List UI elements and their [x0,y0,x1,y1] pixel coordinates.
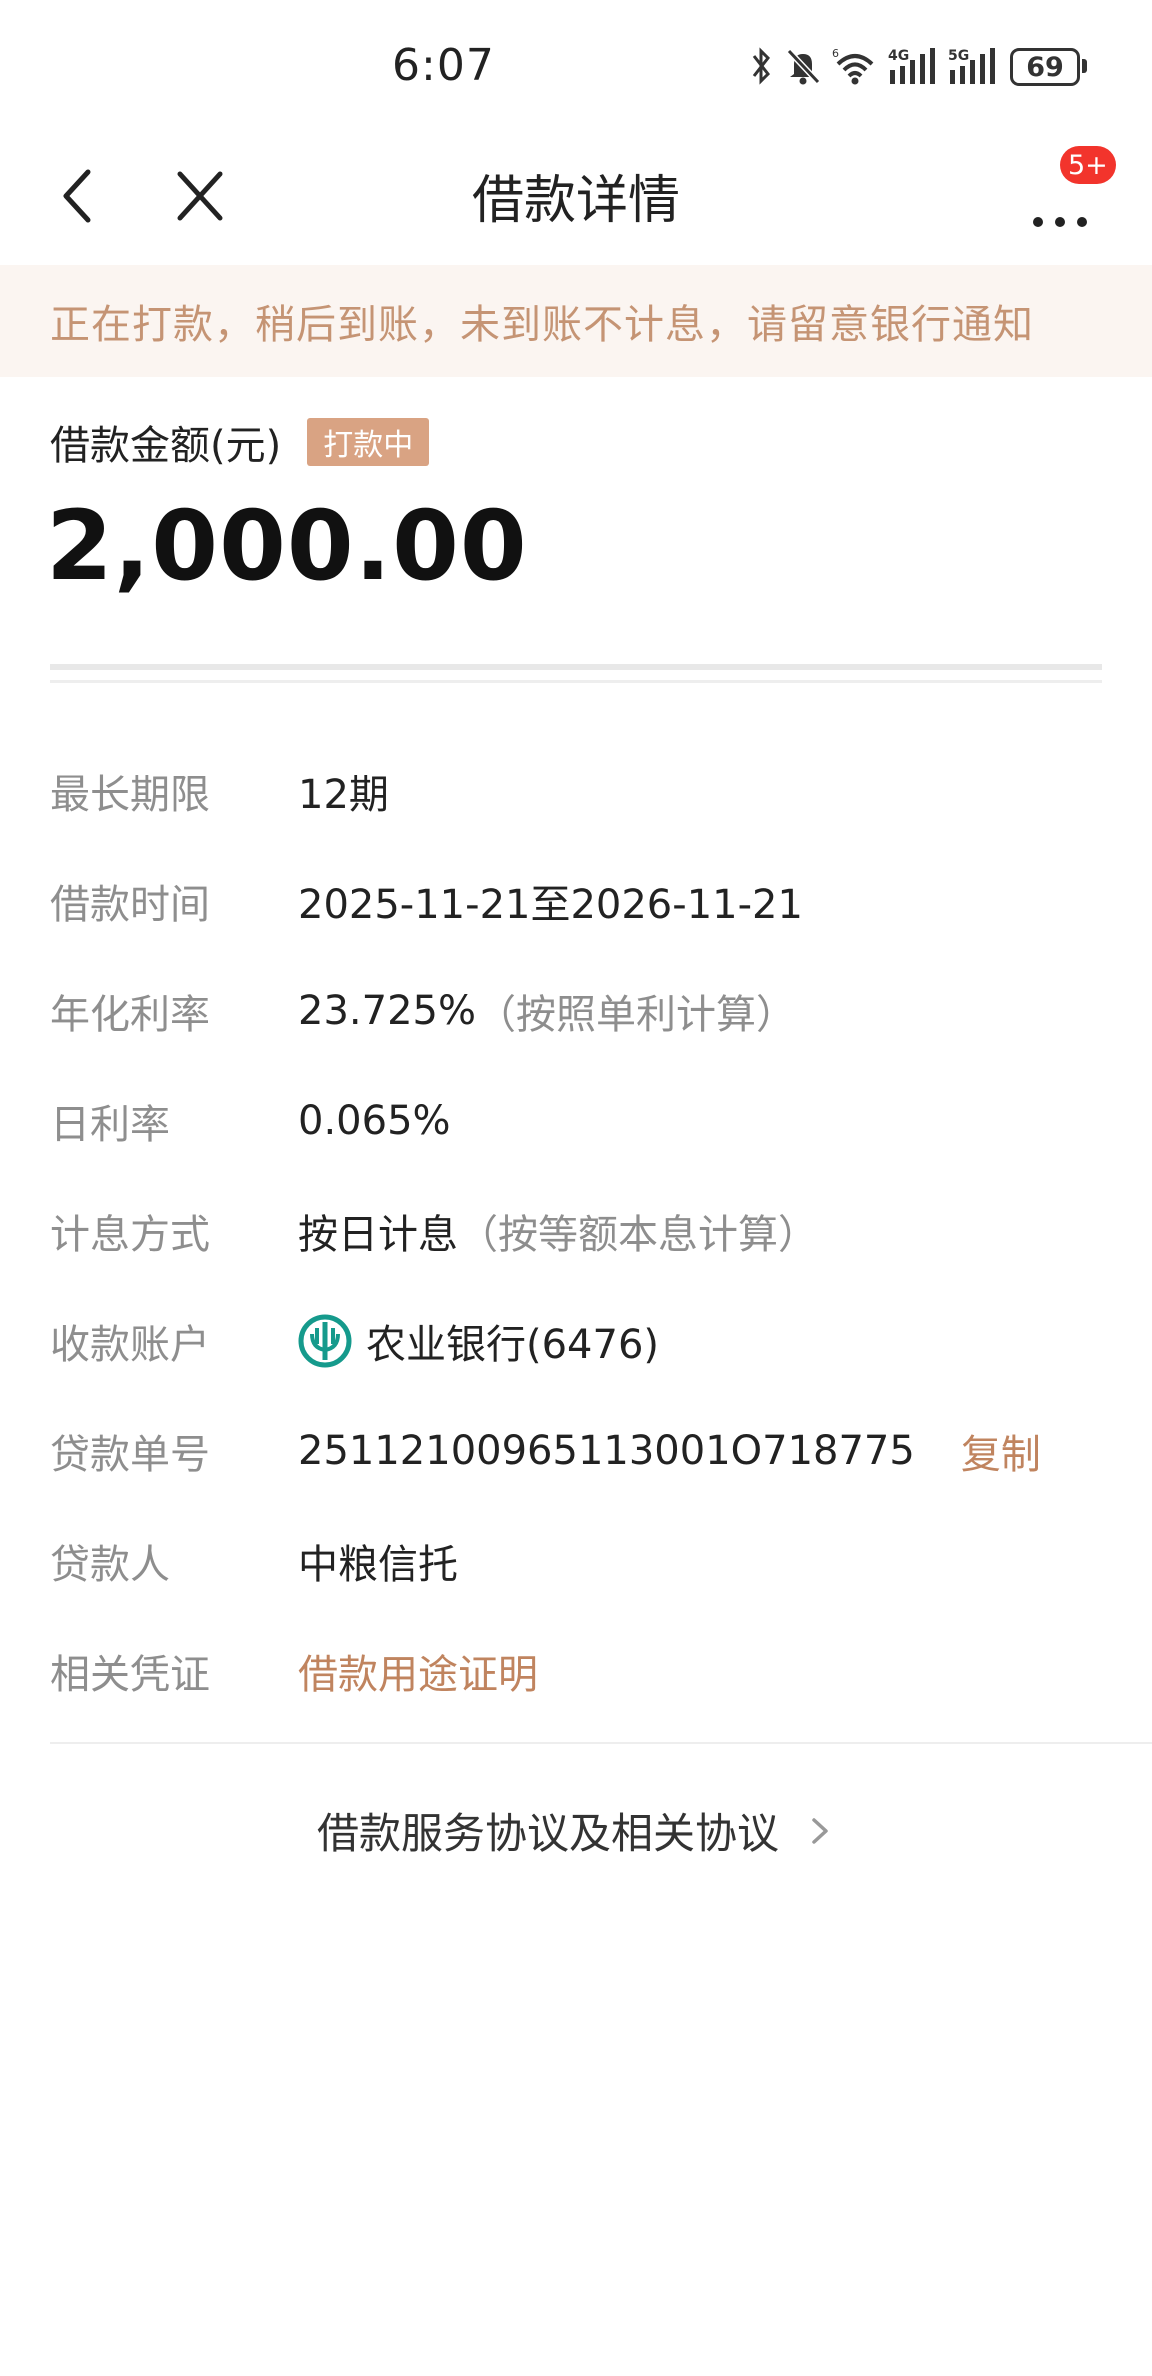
detail-value: 按日计息 （按等额本息计算） [298,1202,818,1260]
detail-value: 0.065% [298,1098,451,1144]
divider [50,664,1102,670]
detail-row-interest-method: 计息方式 按日计息 （按等额本息计算） [50,1176,1102,1286]
battery-tip [1082,59,1087,73]
detail-value: 23.725% （按照单利计算） [298,982,796,1040]
amount-label-row: 借款金额(元) 打款中 [50,410,430,474]
loan-number: 25112100965113001O718775 [298,1428,915,1474]
detail-label: 借款时间 [50,882,210,928]
annual-rate-note: （按照单利计算） [475,992,796,1038]
detail-label: 相关凭证 [50,1652,210,1698]
detail-row-annual-rate: 年化利率 23.725% （按照单利计算） [50,956,1102,1066]
agreement-label: 借款服务协议及相关协议 [316,1808,779,1858]
interest-method-note: （按等额本息计算） [458,1212,818,1258]
nav-bar: 借款详情 [0,130,1152,265]
divider [50,680,1102,683]
detail-row-voucher: 相关凭证 借款用途证明 [50,1616,1102,1726]
detail-label: 年化利率 [50,992,210,1038]
detail-label: 收款账户 [50,1322,210,1368]
detail-row-account: 收款账户 农业银行(6476) [50,1286,1102,1396]
page-title: 借款详情 [471,171,680,231]
detail-label: 日利率 [50,1102,170,1148]
detail-row-daily-rate: 日利率 0.065% [50,1066,1102,1176]
notice-text: 正在打款，稍后到账，未到账不计息，请留意银行通知 [50,302,1034,348]
detail-row-loan-time: 借款时间 2025-11-21至2026-11-21 [50,846,1102,956]
detail-label: 最长期限 [50,772,210,818]
chevron-right-icon [812,1818,828,1844]
copy-button[interactable]: 复制 [961,1422,1041,1480]
mute-icon [786,48,821,85]
annual-rate-value: 23.725% [298,988,476,1034]
svg-text:4G: 4G [888,48,909,64]
status-time: 6:07 [392,40,495,91]
account-value: 农业银行(6476) [366,1322,660,1368]
detail-value: 25112100965113001O718775 复制 [298,1422,1041,1480]
battery-level: 69 [1026,51,1064,83]
detail-value: 12期 [298,772,389,818]
detail-value: 中粮信托 [298,1542,458,1588]
battery-icon: 69 [1010,48,1080,86]
voucher-link[interactable]: 借款用途证明 [298,1642,538,1700]
detail-row-lender: 贷款人 中粮信托 [50,1506,1102,1616]
detail-value: 农业银行(6476) [298,1312,659,1370]
notification-badge: 5+ [1060,146,1116,184]
divider [50,1742,1152,1744]
status-badge: 打款中 [307,418,430,466]
signal-5g-icon: 5G [948,48,995,84]
detail-row-term: 最长期限 12期 [50,736,1102,846]
signal-4g-icon: 4G [888,48,935,84]
detail-label: 计息方式 [50,1212,210,1258]
amount-label: 借款金额(元) [50,423,282,469]
detail-row-loan-no: 贷款单号 25112100965113001O718775 复制 [50,1396,1102,1506]
detail-label: 贷款单号 [50,1432,210,1478]
svg-text:6: 6 [832,47,839,60]
notice-banner: 正在打款，稍后到账，未到账不计息，请留意银行通知 [0,265,1152,377]
bluetooth-icon [752,47,770,85]
detail-label: 贷款人 [50,1542,170,1588]
status-icons: 6 4G 5G [748,44,998,88]
status-bar: 6:07 6 4G 5G 69 [0,0,1152,130]
loan-details: 最长期限 12期 借款时间 2025-11-21至2026-11-21 年化利率… [50,736,1102,1726]
bank-logo-icon [298,1314,352,1368]
svg-text:5G: 5G [948,48,969,64]
amount-value: 2,000.00 [46,490,528,602]
wifi-icon: 6 [832,47,874,85]
interest-method-value: 按日计息 [298,1212,458,1258]
agreement-link[interactable]: 借款服务协议及相关协议 [0,1790,1152,1870]
detail-value: 2025-11-21至2026-11-21 [298,882,803,928]
